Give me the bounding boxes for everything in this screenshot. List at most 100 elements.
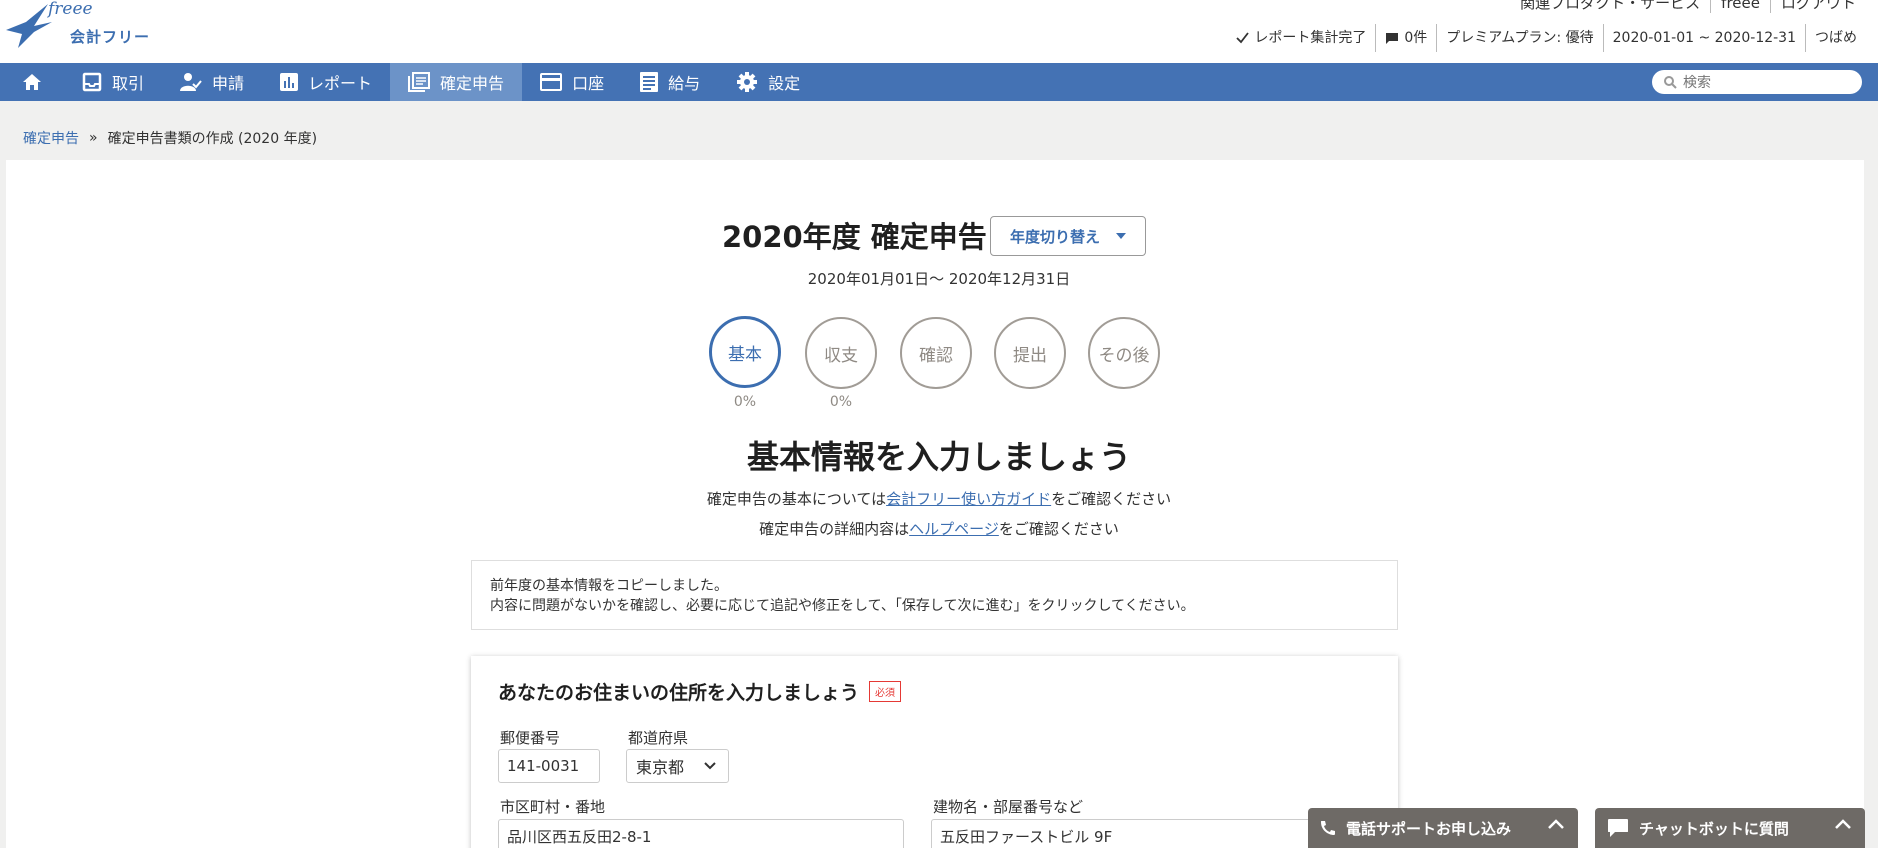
chevron-up-icon — [1548, 819, 1564, 829]
building-input[interactable]: 五反田ファーストビル 9F — [931, 819, 1371, 848]
page-title: 2020年度 確定申告 — [722, 220, 987, 254]
nav-reports[interactable]: レポート — [262, 63, 390, 101]
city-label: 市区町村・番地 — [500, 798, 606, 816]
breadcrumb-current: 確定申告書類の作成 (2020 年度) — [107, 131, 318, 147]
step-income-progress: 0% — [829, 394, 853, 410]
nav-home[interactable] — [0, 63, 64, 101]
building-label: 建物名・部屋番号など — [933, 798, 1084, 816]
step-label: 提出 — [1013, 345, 1047, 366]
nav-label: 申請 — [212, 74, 245, 93]
document-stack-icon — [408, 72, 431, 92]
breadcrumb-tax-return-link[interactable]: 確定申告 — [23, 128, 79, 148]
freee-link[interactable]: freee — [1710, 0, 1770, 13]
check-icon — [1236, 32, 1250, 44]
credit-card-icon — [540, 73, 563, 91]
nav-payroll[interactable]: 給与 — [622, 63, 718, 101]
related-products-link[interactable]: 関連プロダクト・サービス — [1510, 0, 1710, 13]
inbox-icon — [82, 72, 102, 92]
logout-link[interactable]: ログアウト — [1769, 0, 1866, 13]
step-basic[interactable]: 基本 — [709, 316, 781, 388]
nav-label: 取引 — [112, 74, 145, 93]
list-document-icon — [640, 72, 659, 92]
year-switch-button[interactable]: 年度切り替え — [990, 216, 1146, 256]
plan-status[interactable]: プレミアムプラン: 優待 — [1436, 24, 1602, 52]
logo-product-name: 会計フリー — [70, 28, 151, 46]
step-confirm[interactable]: 確認 — [900, 317, 972, 389]
chat-bubble-icon — [1608, 819, 1628, 837]
address-title-text: あなたのお住まいの住所を入力しましょう — [498, 682, 860, 704]
nav-transactions[interactable]: 取引 — [64, 63, 162, 101]
user-check-icon — [180, 73, 202, 91]
guide-text: 確定申告の基本については — [706, 490, 887, 508]
address-card: あなたのお住まいの住所を入力しましょう 必須 郵便番号 141-0031 都道府… — [471, 656, 1398, 848]
guide-line-1: 確定申告の基本については会計フリー使い方ガイドをご確認ください — [0, 488, 1878, 509]
top-links: 関連プロダクト・サービス freee ログアウト — [1510, 0, 1866, 13]
phone-support-label: 電話サポートお申し込み — [1346, 819, 1512, 838]
freee-logo[interactable]: freee 会計フリー — [4, 0, 154, 52]
notice-line: 前年度の基本情報をコピーしました。 — [490, 578, 728, 594]
postal-code-input[interactable]: 141-0031 — [498, 749, 600, 783]
step-label: その後 — [1098, 345, 1150, 366]
chevron-up-icon — [1835, 819, 1851, 829]
prefecture-label: 都道府県 — [628, 729, 689, 747]
nav-label: 確定申告 — [440, 74, 505, 93]
step-after[interactable]: その後 — [1088, 317, 1160, 389]
nav-accounts[interactable]: 口座 — [522, 63, 622, 101]
guide-text: をご確認ください — [1051, 490, 1172, 508]
section-heading: 基本情報を入力しましょう — [746, 438, 1131, 476]
nav-settings[interactable]: 設定 — [718, 63, 818, 101]
logo-wordmark: freee — [48, 0, 93, 19]
step-basic-progress: 0% — [733, 394, 757, 410]
user-name[interactable]: つばめ — [1805, 24, 1866, 52]
guide-text: 確定申告の詳細内容は — [759, 520, 910, 538]
search-input[interactable] — [1683, 74, 1853, 90]
copy-notice: 前年度の基本情報をコピーしました。 内容に問題がないかを確認し、必要に応じて追記… — [471, 560, 1398, 630]
step-submit[interactable]: 提出 — [994, 317, 1066, 389]
breadcrumb: 確定申告 » 確定申告書類の作成 (2020 年度) — [6, 117, 1864, 159]
chatbot-label: チャットボットに質問 — [1639, 819, 1789, 838]
status-bar: レポート集計完了 0件 プレミアムプラン: 優待 2020-01-01 ~ 20… — [1227, 24, 1866, 52]
chevron-down-icon — [704, 762, 716, 770]
step-label: 確認 — [919, 345, 953, 366]
guide-text: をご確認ください — [998, 520, 1119, 538]
breadcrumb-separator: » — [89, 130, 98, 146]
address-card-title: あなたのお住まいの住所を入力しましょう 必須 — [498, 678, 902, 705]
main-nav: 取引 申請 レポート 確定申告 口座 給与 設定 — [0, 63, 1878, 101]
required-badge: 必須 — [869, 681, 902, 702]
notice-line: 内容に問題がないかを確認し、必要に応じて追記や修正をして、「保存して次に進む」を… — [490, 598, 1195, 614]
usage-guide-link[interactable]: 会計フリー使い方ガイド — [886, 490, 1051, 508]
nav-tax-return[interactable]: 確定申告 — [390, 63, 523, 101]
city-input[interactable]: 品川区西五反田2-8-1 — [498, 819, 904, 848]
home-icon — [23, 74, 41, 90]
phone-support-tab[interactable]: 電話サポートお申し込み — [1308, 808, 1578, 848]
step-income[interactable]: 収支 — [805, 317, 877, 389]
nav-label: 口座 — [572, 74, 605, 93]
report-status[interactable]: レポート集計完了 — [1227, 24, 1375, 52]
fiscal-period[interactable]: 2020-01-01 ~ 2020-12-31 — [1602, 24, 1805, 52]
prefecture-value: 東京都 — [636, 758, 685, 777]
nav-search[interactable] — [1652, 70, 1862, 94]
guide-line-2: 確定申告の詳細内容はヘルプページをご確認ください — [0, 518, 1878, 539]
bar-chart-icon — [280, 73, 299, 91]
messages-status[interactable]: 0件 — [1375, 24, 1436, 52]
nav-label: 設定 — [768, 74, 801, 93]
report-status-text: レポート集計完了 — [1254, 30, 1367, 46]
fiscal-period-range: 2020年01月01日～ 2020年12月31日 — [807, 270, 1071, 288]
year-switch-label: 年度切り替え — [1009, 227, 1100, 246]
prefecture-select[interactable]: 東京都 — [626, 749, 729, 783]
nav-requests[interactable]: 申請 — [162, 63, 262, 101]
nav-label: レポート — [308, 74, 373, 93]
top-header: freee 会計フリー 関連プロダクト・サービス freee ログアウト レポー… — [0, 0, 1878, 63]
help-page-link[interactable]: ヘルプページ — [909, 520, 999, 538]
postal-code-label: 郵便番号 — [500, 729, 561, 747]
step-label: 収支 — [824, 345, 858, 366]
caret-down-icon — [1116, 233, 1126, 239]
search-icon — [1664, 75, 1677, 89]
message-icon — [1386, 32, 1399, 44]
phone-icon — [1321, 821, 1335, 835]
gear-icon — [737, 72, 758, 92]
nav-label: 給与 — [668, 74, 701, 93]
messages-count: 0件 — [1404, 30, 1428, 46]
chatbot-tab[interactable]: チャットボットに質問 — [1595, 808, 1865, 848]
step-label: 基本 — [728, 344, 762, 365]
